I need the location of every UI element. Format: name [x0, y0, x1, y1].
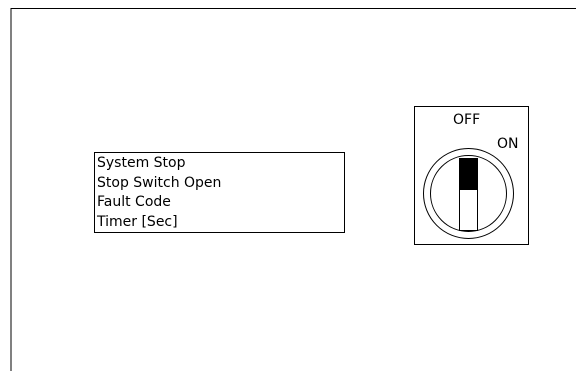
- switch-off-label: OFF: [453, 112, 480, 128]
- display-line-1: System Stop: [97, 155, 186, 171]
- display-line-2: Stop Switch Open: [97, 175, 221, 191]
- switch-on-label: ON: [497, 136, 519, 152]
- switch-knob-indicator: [459, 158, 478, 190]
- control-panel-drawing: System Stop Stop Switch Open Fault Code …: [10, 8, 576, 371]
- selector-switch[interactable]: OFF ON: [414, 106, 529, 245]
- display-line-3: Fault Code: [97, 194, 171, 210]
- display-line-4: Timer [Sec]: [96, 214, 178, 230]
- display-box: System Stop Stop Switch Open Fault Code …: [94, 152, 345, 233]
